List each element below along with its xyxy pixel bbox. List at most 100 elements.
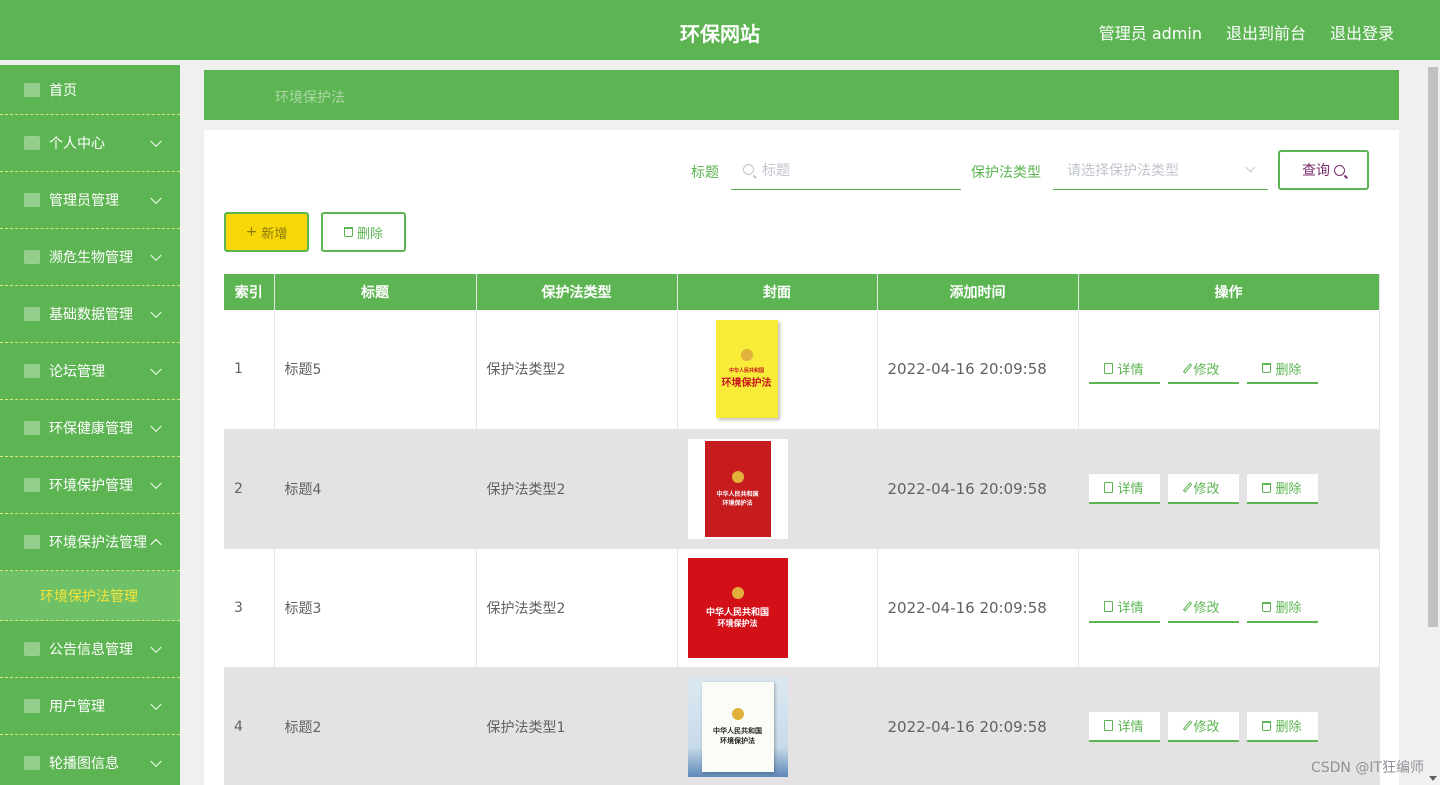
- expand-icon: [24, 478, 40, 492]
- breadcrumb-current: 环境保护法: [275, 90, 345, 106]
- cell-index: 1: [224, 310, 275, 430]
- batch-delete-label: 删除: [356, 226, 383, 242]
- book-cover: 中华人民共和国 环境保护法: [701, 681, 774, 772]
- column-header[interactable]: 标题: [274, 274, 477, 310]
- scroll-down-arrow-icon[interactable]: [1429, 776, 1437, 781]
- trash-icon: [1262, 482, 1272, 493]
- sidebar-item-home[interactable]: 首页: [0, 65, 180, 115]
- admin-label: 管理员 admin: [1098, 24, 1202, 43]
- edit-icon: [1183, 482, 1193, 493]
- cell-type: 保护法类型1: [476, 667, 678, 785]
- delete-label: 删除: [1275, 601, 1302, 616]
- column-header[interactable]: 添加时间: [877, 274, 1079, 310]
- sidebar-item-carousel[interactable]: 轮播图信息: [0, 735, 180, 785]
- delete-label: 删除: [1275, 482, 1302, 497]
- cell-time: 2022-04-16 20:09:58: [877, 667, 1079, 785]
- grid-icon: [24, 307, 40, 321]
- home-icon: [24, 82, 40, 97]
- sidebar-item-notice[interactable]: 公告信息管理: [0, 621, 180, 678]
- scrollbar-thumb[interactable]: [1428, 67, 1438, 627]
- book-cover: 中华人民共和国 环境保护法: [704, 440, 771, 537]
- delete-button[interactable]: 删除: [1246, 473, 1318, 504]
- logout-link[interactable]: 退出登录: [1330, 20, 1394, 44]
- cell-type: 保护法类型2: [476, 548, 678, 668]
- cover-image[interactable]: 中华人民共和国 环境保护法: [687, 557, 788, 658]
- cover-title-line1: 中华人民共和国: [716, 490, 759, 498]
- cell-title: 标题4: [274, 429, 477, 549]
- sidebar-item-forum[interactable]: 论坛管理: [0, 343, 180, 400]
- sidebar-item-eco-health[interactable]: 环保健康管理: [0, 400, 180, 457]
- sidebar-item-label: 基础数据管理: [49, 307, 133, 323]
- cell-index: 4: [224, 667, 275, 785]
- table-row: 1 标题5 保护法类型2 中华人民共和国 环境保护法 2022-04-16 20…: [224, 310, 1380, 430]
- page-scrollbar[interactable]: [1426, 65, 1440, 785]
- chevron-down-icon: [150, 641, 162, 654]
- sidebar-subitem-env-law-management[interactable]: 环境保护法管理: [0, 571, 180, 621]
- column-header[interactable]: 索引: [224, 274, 275, 310]
- leaf-icon: [24, 250, 40, 264]
- chevron-down-icon: [150, 249, 162, 262]
- delete-button[interactable]: 删除: [1246, 711, 1318, 742]
- trash-icon: [343, 227, 353, 237]
- cover-title-line2: 环境保护法: [720, 735, 755, 745]
- sidebar-item-users[interactable]: 用户管理: [0, 678, 180, 735]
- edit-button[interactable]: 修改: [1167, 711, 1239, 742]
- sidebar-item-label: 环保健康管理: [49, 421, 133, 437]
- cell-index: 3: [224, 548, 275, 668]
- sidebar-item-label: 首页: [49, 82, 77, 99]
- sidebar-item-label: 论坛管理: [49, 364, 105, 380]
- cover-title-line1: 中华人民共和国: [728, 368, 764, 375]
- edit-button[interactable]: 修改: [1167, 354, 1239, 385]
- edit-button[interactable]: 修改: [1167, 592, 1239, 623]
- edit-label: 修改: [1193, 362, 1220, 378]
- chevron-down-icon: [1245, 162, 1256, 173]
- emblem-icon: [731, 707, 744, 720]
- cover-title-line2: 环境保护法: [721, 378, 772, 390]
- detail-label: 详情: [1117, 362, 1144, 378]
- forum-icon: [24, 364, 40, 378]
- add-button[interactable]: + 新增: [224, 212, 309, 252]
- edit-button[interactable]: 修改: [1167, 473, 1239, 504]
- cell-title: 标题2: [274, 667, 477, 785]
- detail-button[interactable]: 详情: [1088, 354, 1160, 385]
- add-button-label: 新增: [261, 226, 288, 242]
- delete-button[interactable]: 删除: [1246, 354, 1318, 385]
- chevron-down-icon: [150, 755, 162, 768]
- cover-image[interactable]: 中华人民共和国 环境保护法: [688, 319, 788, 419]
- delete-label: 删除: [1275, 720, 1302, 735]
- sidebar-item-personal-center[interactable]: 个人中心: [0, 115, 180, 172]
- back-to-front-link[interactable]: 退出到前台: [1226, 20, 1306, 44]
- admin-icon: [24, 193, 40, 207]
- detail-button[interactable]: 详情: [1088, 711, 1160, 742]
- sidebar-item-endangered-species[interactable]: 濒危生物管理: [0, 229, 180, 286]
- cover-image[interactable]: 中华人民共和国 环境保护法: [687, 438, 788, 539]
- search-icon: [1334, 164, 1345, 176]
- sidebar-item-admin-management[interactable]: 管理员管理: [0, 172, 180, 229]
- type-select[interactable]: 请选择保护法类型: [1053, 150, 1268, 190]
- title-search-placeholder: 标题: [762, 162, 790, 179]
- delete-button[interactable]: 删除: [1246, 592, 1318, 623]
- detail-button[interactable]: 详情: [1088, 473, 1160, 504]
- delete-label: 删除: [1275, 362, 1302, 378]
- cell-ops: 详情 修改 删除: [1078, 548, 1380, 668]
- sidebar-item-env-protection[interactable]: 环境保护管理: [0, 457, 180, 514]
- cell-title: 标题5: [274, 310, 477, 430]
- title-search-input[interactable]: 标题: [731, 150, 961, 190]
- batch-delete-button[interactable]: 删除: [321, 212, 406, 252]
- cell-ops: 详情 修改 删除: [1078, 310, 1380, 430]
- cover-title-line1: 中华人民共和国: [713, 725, 762, 735]
- sidebar-item-base-data[interactable]: 基础数据管理: [0, 286, 180, 343]
- cell-time: 2022-04-16 20:09:58: [877, 310, 1079, 430]
- chevron-up-icon: [150, 538, 162, 551]
- column-header[interactable]: 操作: [1078, 274, 1380, 310]
- document-icon: [1104, 720, 1114, 731]
- detail-button[interactable]: 详情: [1088, 592, 1160, 623]
- sidebar-item-env-law[interactable]: 环境保护法管理: [0, 514, 180, 571]
- column-header[interactable]: 封面: [677, 274, 878, 310]
- query-button[interactable]: 查询: [1278, 150, 1369, 190]
- plus-icon: +: [245, 224, 258, 240]
- column-header[interactable]: 保护法类型: [476, 274, 678, 310]
- table-row: 3 标题3 保护法类型2 中华人民共和国 环境保护法 2022-04-16 20…: [224, 548, 1380, 668]
- cover-image[interactable]: 中华人民共和国 环境保护法: [687, 676, 788, 777]
- cell-cover: 中华人民共和国 环境保护法: [677, 667, 878, 785]
